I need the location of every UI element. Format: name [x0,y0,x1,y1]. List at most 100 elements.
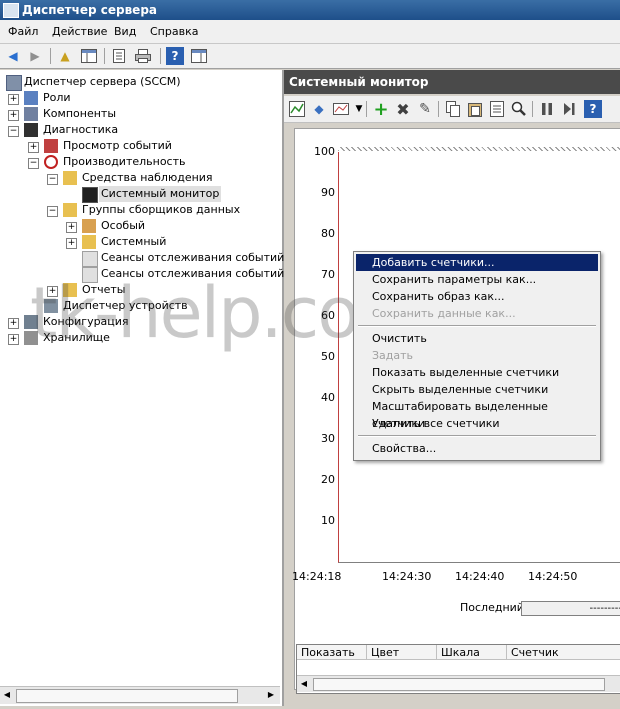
folder-icon [63,283,77,297]
copy-properties-icon[interactable] [444,100,462,118]
features-icon [24,107,38,121]
add-counter-icon[interactable]: + [372,99,390,120]
menu-clear[interactable]: Очистить [356,330,598,347]
expand-icon[interactable]: + [66,238,77,249]
tree-item-system[interactable]: Системный [101,234,166,250]
tree-item-configuration[interactable]: Конфигурация [43,314,129,330]
expand-icon[interactable]: + [8,318,19,329]
properties-icon[interactable] [488,100,506,118]
menu-separator [358,435,596,437]
menu-scale-selected-counters[interactable]: Масштабировать выделенные счетчики [356,398,598,430]
menu-add-counters[interactable]: Добавить счетчики... [356,254,598,271]
tree-item-storage[interactable]: Хранилище [43,330,110,346]
tree-item-features[interactable]: Компоненты [43,106,116,122]
delete-counter-icon[interactable]: ✖ [394,100,412,119]
folder-icon [63,171,77,185]
menu-save-settings-as[interactable]: Сохранить параметры как... [356,271,598,288]
tree-horizontal-scrollbar[interactable]: ◀ ▶ [0,686,280,704]
menu-properties[interactable]: Свойства... [356,440,598,457]
menu-file[interactable]: Файл [8,25,38,38]
scroll-left-icon[interactable]: ◀ [0,687,14,703]
tree-item-diagnostics[interactable]: Диагностика [43,122,118,138]
collapse-icon[interactable]: − [28,158,39,169]
menu-help[interactable]: Справка [150,25,198,38]
scroll-thumb[interactable] [16,689,238,703]
highlight-icon[interactable]: ✎ [416,100,434,118]
help-icon[interactable]: ? [166,47,184,65]
collapse-icon[interactable]: − [8,126,19,137]
legend-column-show[interactable]: Показать [297,645,367,660]
y-axis-tick-label: 30 [321,432,335,445]
expand-icon[interactable]: + [8,110,19,121]
update-data-icon[interactable] [560,100,578,118]
tree-item-data-collector-sets[interactable]: Группы сборщиков данных [82,202,240,218]
last-value-label: Последний [460,601,524,614]
menu-remove-all-counters[interactable]: Удалить все счетчики [356,415,598,432]
tree-item-performance[interactable]: Производительность [63,154,186,170]
server-manager-icon [3,3,19,18]
diagnostics-icon [24,123,38,137]
counter-legend[interactable]: Показать Цвет Шкала Счетчик ◀ [296,644,620,694]
scroll-left-icon[interactable]: ◀ [297,676,311,692]
legend-column-color[interactable]: Цвет [367,645,437,660]
tree-item-event-viewer[interactable]: Просмотр событий [63,138,172,154]
scroll-thumb[interactable] [313,678,605,691]
change-graph-type-icon[interactable] [332,100,350,118]
zoom-icon[interactable] [510,100,528,118]
tree-item-device-manager[interactable]: Диспетчер устройств [63,298,188,314]
paste-counter-list-icon[interactable] [466,100,484,118]
y-axis-tick-label: 20 [321,473,335,486]
collapse-icon[interactable]: − [47,174,58,185]
menu-separator [358,325,596,327]
view-log-data-icon[interactable]: ◆ [310,100,328,118]
legend-column-counter[interactable]: Счетчик [507,645,620,660]
menu-view[interactable]: Вид [114,25,136,38]
up-folder-icon[interactable]: ▲ [56,47,74,65]
properties-icon[interactable] [110,47,128,65]
menu-hide-selected-counters[interactable]: Скрыть выделенные счетчики [356,381,598,398]
monitor-toolbar: ◆ ▼ + ✖ ✎ ? [284,96,620,123]
window-title: Диспетчер сервера [22,3,157,17]
expand-icon[interactable]: + [28,142,39,153]
expand-icon[interactable]: + [8,94,19,105]
tree-item-performance-monitor[interactable]: Системный монитор [99,186,222,202]
view-current-activity-icon[interactable] [288,100,306,118]
menu-save-image-as[interactable]: Сохранить образ как... [356,288,598,305]
expand-icon[interactable]: + [66,222,77,233]
performance-monitor-icon [82,187,98,203]
y-axis-tick-label: 60 [321,309,335,322]
freeze-display-icon[interactable] [538,100,556,118]
menu-show-selected-counters[interactable]: Показать выделенные счетчики [356,364,598,381]
y-axis-tick-label: 100 [314,145,335,158]
menu-action[interactable]: Действие [52,25,107,38]
scroll-right-icon[interactable]: ▶ [264,687,278,703]
collapse-icon[interactable]: − [47,206,58,217]
pane-title-bar: Системный монитор [284,70,620,94]
tree-item-reports[interactable]: Отчеты [82,282,125,298]
user-defined-icon [82,219,96,233]
print-icon[interactable] [134,47,152,65]
tree-item-roles[interactable]: Роли [43,90,71,106]
help-icon[interactable]: ? [584,100,602,118]
tree-root[interactable]: Диспетчер сервера (SCCM) [24,74,181,90]
back-icon[interactable]: ◀ [4,47,22,65]
action-pane-icon[interactable] [190,47,208,65]
legend-column-scale[interactable]: Шкала [437,645,507,660]
expand-icon[interactable]: + [47,286,58,297]
legend-horizontal-scrollbar[interactable]: ◀ [297,675,620,692]
event-trace-icon [82,251,98,267]
menu-set: Задать [372,349,414,362]
last-value-field: --------- [521,601,620,616]
tree-item-event-trace-sessions[interactable]: Сеансы отслеживания событий [101,250,284,266]
menu-save-data-as: Сохранить данные как... [372,307,516,320]
tree-item-startup-event-trace-sessions[interactable]: Сеансы отслеживания событий за [101,266,300,282]
tree-item-user-defined[interactable]: Особый [101,218,145,234]
window-title-bar: Диспетчер сервера [0,0,620,20]
expand-icon[interactable]: + [8,334,19,345]
forward-icon[interactable]: ▶ [26,47,44,65]
tree-item-monitoring-tools[interactable]: Средства наблюдения [82,170,213,186]
roles-icon [24,91,38,105]
show-hide-tree-icon[interactable] [80,47,98,65]
event-viewer-icon [44,139,58,153]
x-axis-tick-label: 14:24:18 [292,570,342,583]
